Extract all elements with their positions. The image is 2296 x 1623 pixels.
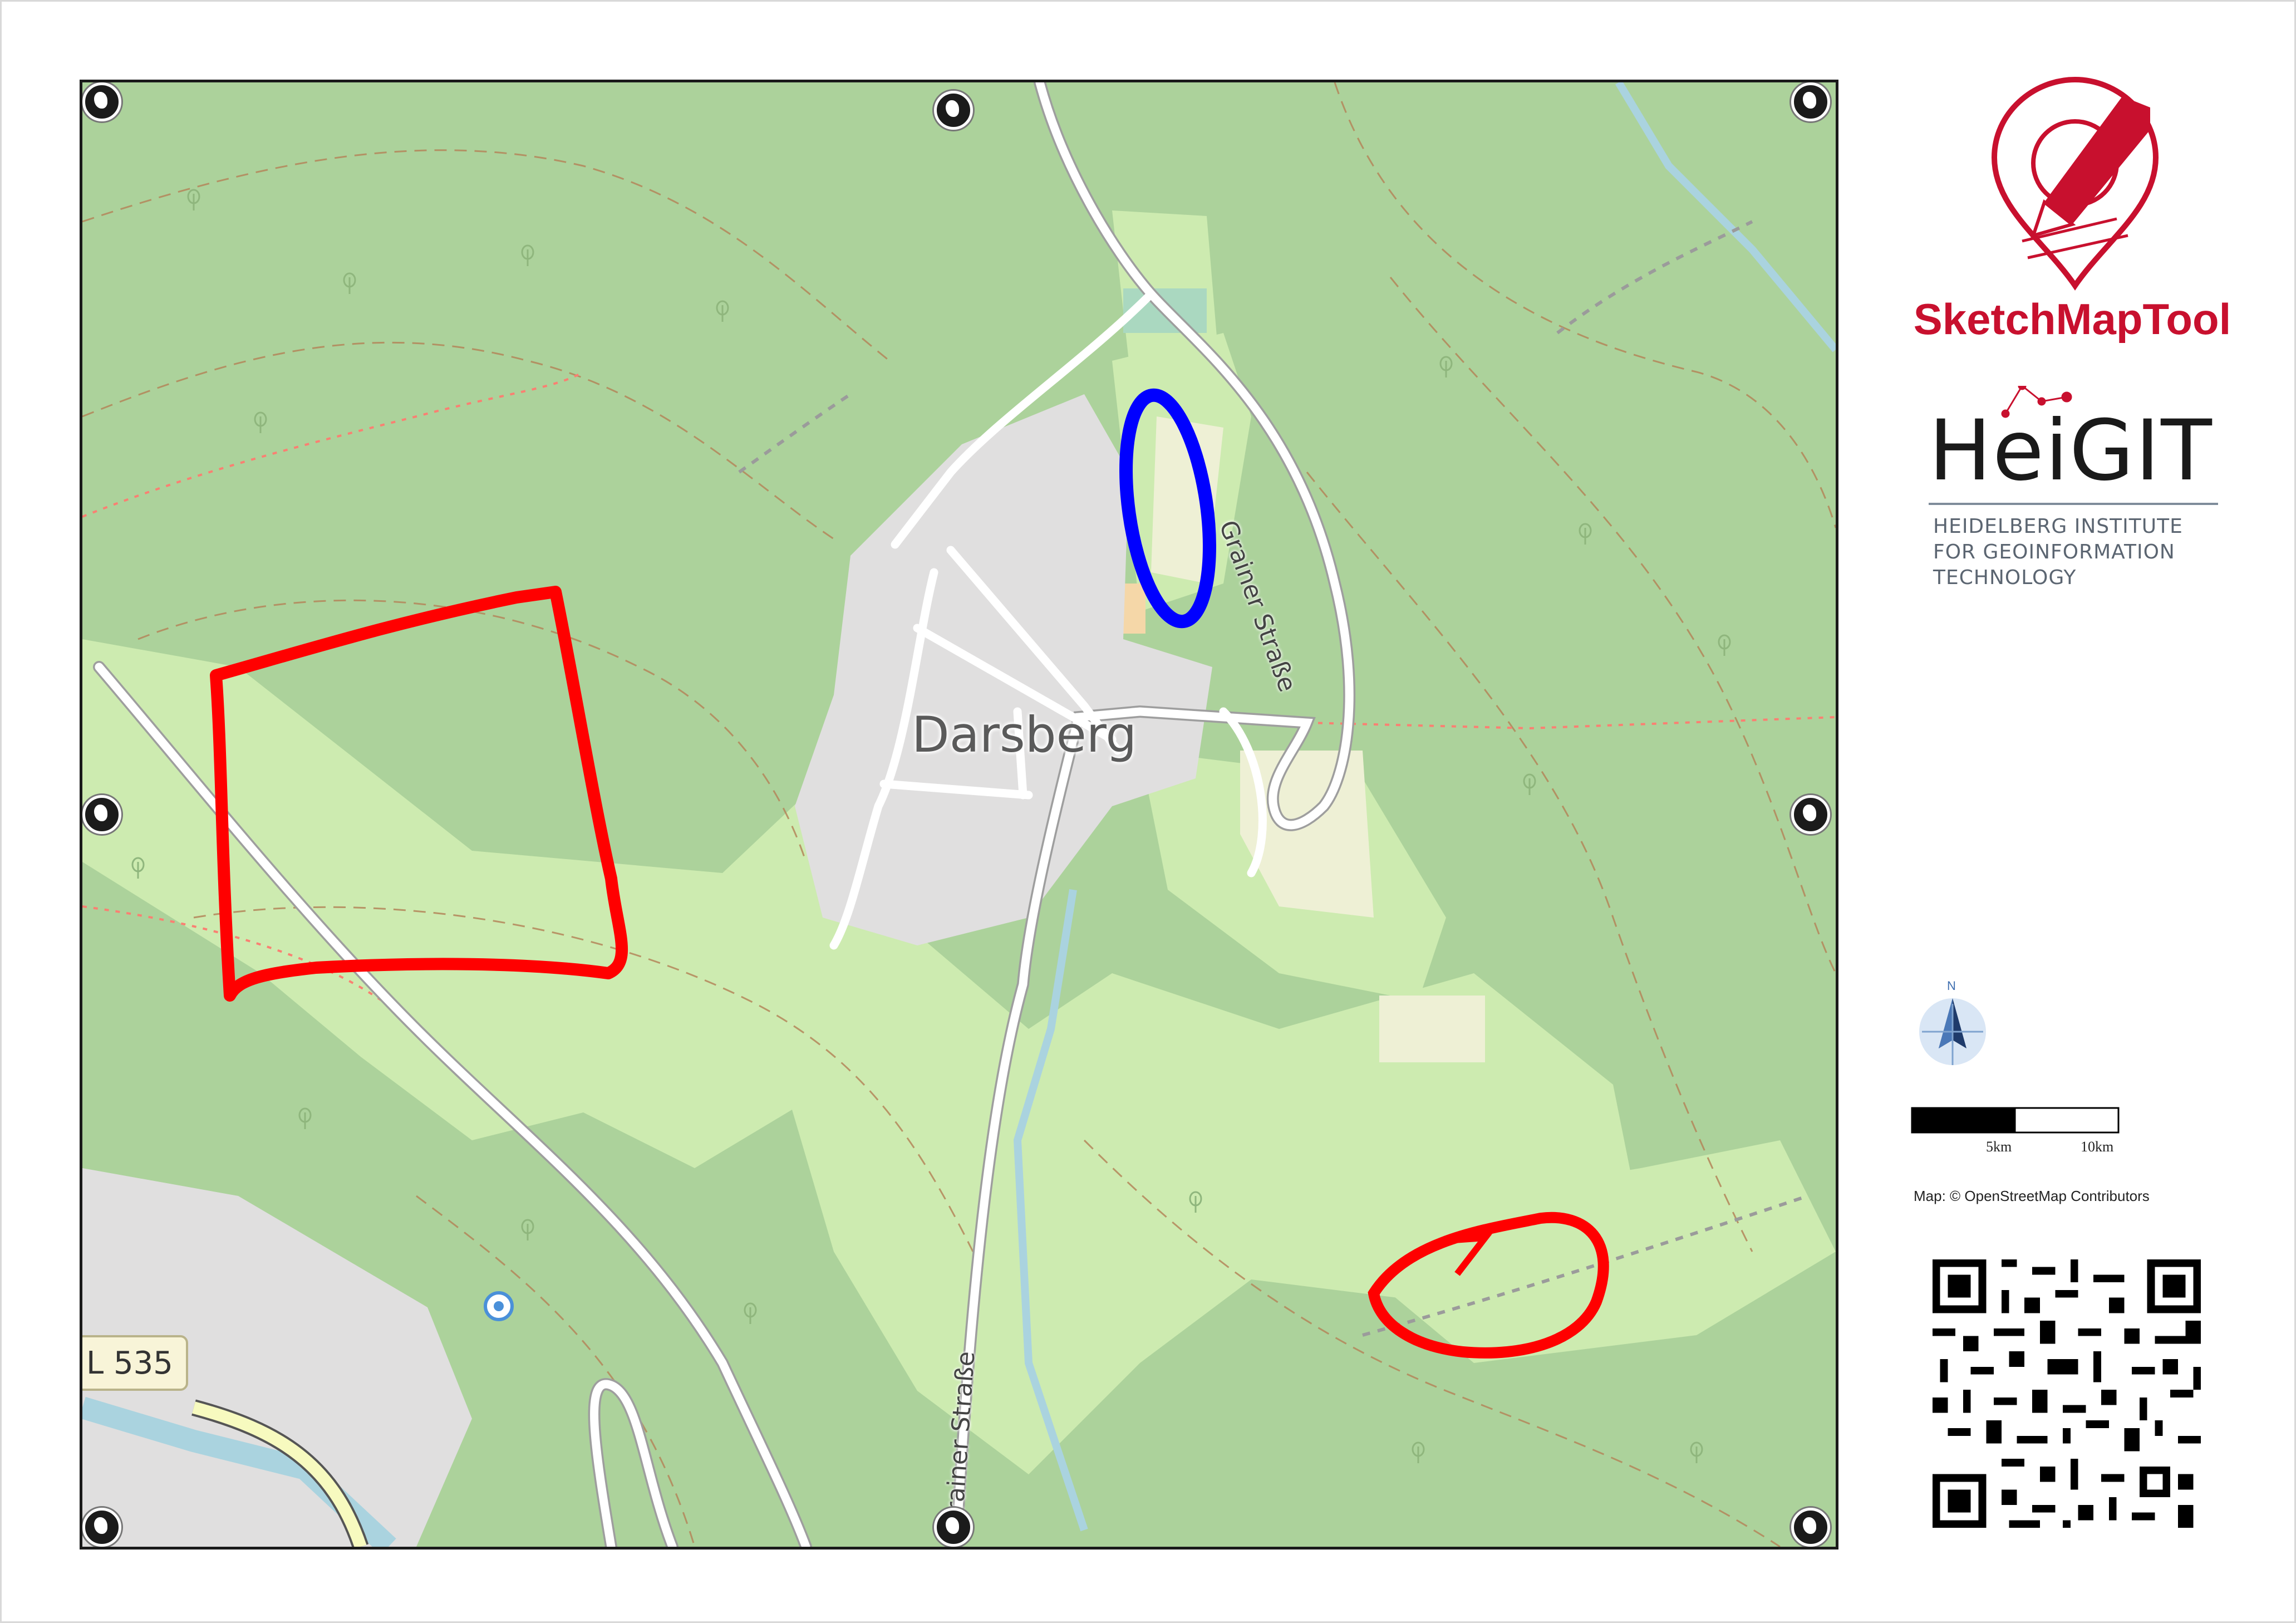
heigit-title: HeiGIT: [1929, 403, 2213, 499]
globe-marker-icon: [934, 91, 973, 130]
globe-marker-icon: [934, 1508, 973, 1547]
globe-marker-icon: [1791, 82, 1830, 121]
heigit-divider: [1929, 503, 2218, 505]
heigit-subtitle-line: HEIDELBERG INSTITUTE: [1933, 515, 2183, 538]
heigit-subtitle-line: FOR GEOINFORMATION: [1933, 541, 2175, 563]
globe-marker-icon: [1791, 1508, 1830, 1547]
scale-label-10km: 10km: [2081, 1139, 2114, 1155]
map-canvas[interactable]: [82, 82, 1836, 1547]
scale-bar: [1911, 1107, 2120, 1134]
heigit-subtitle-line: TECHNOLOGY: [1933, 566, 2077, 589]
map-attribution: Map: © OpenStreetMap Contributors: [1914, 1188, 2150, 1204]
sketchmaptool-title: SketchMapTool: [1913, 295, 2231, 344]
qr-code-icon: [1925, 1252, 2209, 1536]
poi-marker-dot: [494, 1301, 504, 1311]
globe-marker-icon: [82, 82, 121, 121]
heigit-subtitle: HEIDELBERG INSTITUTE FOR GEOINFORMATION …: [1933, 514, 2183, 591]
sketch-map-page: Darsberg Grainer Straße Grainer Straße L…: [0, 0, 2296, 1623]
globe-marker-icon: [1791, 795, 1830, 834]
north-arrow-icon: [1919, 998, 1986, 1065]
scale-label-5km: 5km: [1986, 1139, 2012, 1155]
place-label: Darsberg: [912, 706, 1137, 763]
sketchmaptool-logo-icon: [1991, 76, 2159, 291]
globe-marker-icon: [82, 1508, 121, 1547]
farmland-area: [1379, 996, 1485, 1062]
road-shield: L 535: [82, 1335, 188, 1391]
globe-marker-icon: [82, 795, 121, 834]
map-frame[interactable]: Darsberg Grainer Straße Grainer Straße L…: [80, 80, 1838, 1550]
